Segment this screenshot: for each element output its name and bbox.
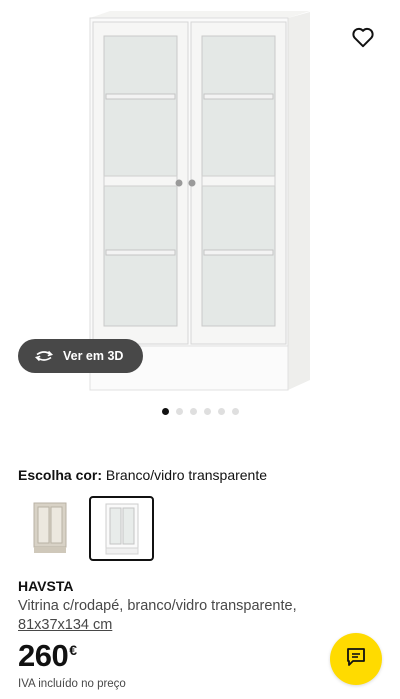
view-3d-label: Ver em 3D <box>63 349 124 363</box>
gallery-dots <box>0 408 400 415</box>
product-description: Vitrina c/rodapé, branco/vidro transpare… <box>18 597 348 635</box>
swatch-beige[interactable] <box>18 496 81 559</box>
color-choice-label: Escolha cor: <box>18 467 103 483</box>
product-image-area[interactable]: Ver em 3D <box>0 0 400 395</box>
gallery-dot[interactable] <box>175 408 183 415</box>
swatch-white[interactable] <box>89 496 154 561</box>
price-currency: € <box>69 642 77 658</box>
rotate-360-icon <box>34 349 54 363</box>
chat-button[interactable] <box>330 633 382 685</box>
gallery-dot[interactable] <box>217 408 225 415</box>
product-price: 260€ <box>18 638 77 674</box>
product-dimensions-link[interactable]: 81x37x134 cm <box>18 617 112 633</box>
chat-bubble-icon <box>345 646 367 673</box>
gallery-dot[interactable] <box>189 408 197 415</box>
swatch-white-thumbnail <box>105 503 138 554</box>
product-image <box>89 11 310 391</box>
gallery-dot[interactable] <box>231 408 239 415</box>
gallery-dot[interactable] <box>203 408 211 415</box>
heart-outline-icon[interactable] <box>350 24 376 50</box>
product-description-text: Vitrina c/rodapé, branco/vidro transpare… <box>18 598 297 614</box>
swatch-beige-thumbnail <box>33 502 66 553</box>
price-value: 260 <box>18 638 69 673</box>
color-swatches <box>18 496 154 561</box>
vat-note: IVA incluído no preço <box>18 678 126 690</box>
product-name: HAVSTA <box>18 578 74 594</box>
view-3d-button[interactable]: Ver em 3D <box>18 339 143 373</box>
gallery-dot[interactable] <box>161 408 169 415</box>
color-choice: Escolha cor: Branco/vidro transparente <box>18 467 267 483</box>
color-choice-value: Branco/vidro transparente <box>105 467 268 483</box>
